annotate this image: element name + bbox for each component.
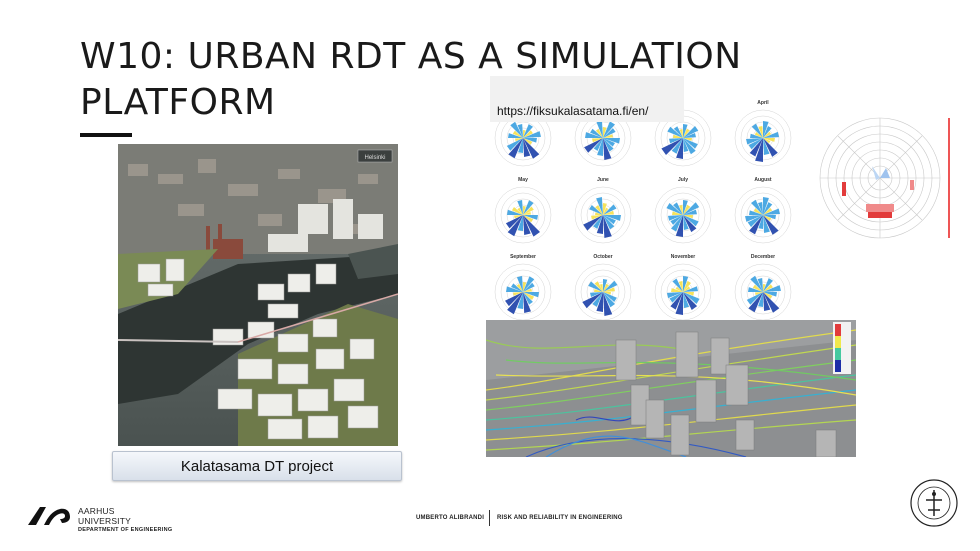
wind-rose-month-label: April (757, 100, 769, 106)
wind-rose-month-label: August (754, 177, 772, 183)
url-link[interactable]: https://fiksukalasatama.fi/en/ (497, 104, 648, 118)
wind-rose-4: May (485, 175, 561, 254)
university-name: AARHUS UNIVERSITY (78, 506, 132, 526)
wind-rose-month-label: December (750, 254, 776, 260)
wind-rose-month-label: September (510, 254, 536, 260)
wind-rose-month-label: May (518, 177, 528, 183)
wind-rose-3: April (725, 98, 801, 177)
wind-rose-month-label: October (593, 254, 613, 260)
large-polar-plot (810, 108, 950, 253)
title-underline (80, 133, 132, 137)
footer-separator (489, 510, 490, 526)
footer-course: RISK AND RELIABILITY IN ENGINEERING (497, 515, 623, 521)
wind-rose-month-label: June (597, 177, 609, 183)
wind-rose-5: June (565, 175, 641, 254)
wind-rose-month-label: July (677, 177, 688, 183)
aarhus-university-logo (26, 503, 72, 532)
university-line2: UNIVERSITY (78, 515, 132, 526)
department-name: DEPARTMENT OF ENGINEERING (78, 527, 173, 533)
university-seal (908, 478, 960, 533)
wind-rose-month-label: November (670, 254, 696, 260)
wind-rose-7: August (725, 175, 801, 254)
footer-author: UMBERTO ALIBRANDI (416, 515, 485, 521)
city-model-image: Helsinki (118, 144, 398, 446)
wind-rose-6: July (645, 175, 721, 254)
cfd-simulation-image (486, 320, 856, 457)
caption-box: Kalatasama DT project (112, 451, 402, 481)
city-label: Helsinki (364, 155, 385, 161)
